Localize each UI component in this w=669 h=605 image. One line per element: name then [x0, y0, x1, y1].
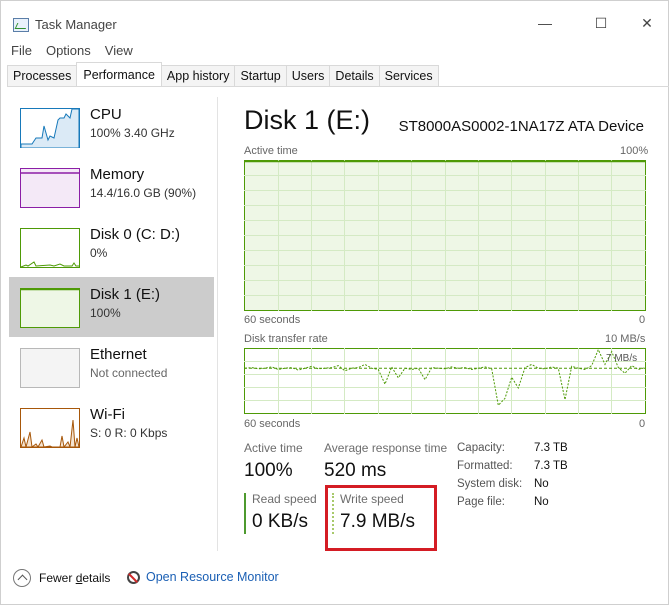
cpu-thumbnail	[20, 108, 80, 148]
tab-strip: Processes Performance App history Startu…	[7, 62, 439, 87]
minimize-button[interactable]: —	[537, 15, 553, 31]
capacity-label: Capacity:	[457, 442, 505, 454]
title-bar[interactable]: Task Manager — ☐ ✕	[1, 1, 669, 41]
sidebar-item-sub: 14.4/16.0 GB (90%)	[90, 186, 197, 200]
response-time-value: 520 ms	[324, 460, 387, 481]
sidebar-item-sub: 100% 3.40 GHz	[90, 126, 175, 140]
panel-divider	[217, 97, 218, 551]
fewer-details-button[interactable]: Fewer details	[13, 568, 110, 588]
page-file-value: No	[534, 496, 549, 508]
close-button[interactable]: ✕	[639, 15, 655, 31]
sidebar-item-label: Wi-Fi	[90, 406, 125, 423]
sidebar-item-wifi[interactable]: Wi-Fi S: 0 R: 0 Kbps	[9, 397, 214, 457]
read-speed-indicator	[244, 493, 246, 534]
device-name: ST8000AS0002-1NA17Z ATA Device	[398, 118, 644, 135]
tab-divider	[7, 86, 669, 87]
chevron-up-icon	[13, 569, 31, 587]
sidebar-item-sub: 100%	[90, 306, 121, 320]
maximize-button[interactable]: ☐	[593, 15, 609, 31]
task-manager-window: Task Manager — ☐ ✕ File Options View Pro…	[0, 0, 669, 605]
sidebar-item-disk0[interactable]: Disk 0 (C: D:) 0%	[9, 217, 214, 277]
menu-file[interactable]: File	[11, 43, 32, 59]
menu-view[interactable]: View	[105, 43, 133, 59]
transfer-graph-min: 0	[639, 418, 646, 430]
tab-services[interactable]: Services	[378, 65, 439, 87]
resource-sidebar: CPU 100% 3.40 GHz Memory 14.4/16.0 GB (9…	[9, 97, 215, 547]
resource-monitor-icon	[127, 571, 140, 584]
active-time-graph-label: Active time	[244, 145, 298, 157]
transfer-graph-label: Disk transfer rate	[244, 333, 328, 345]
formatted-value: 7.3 TB	[534, 460, 568, 472]
sidebar-item-disk1[interactable]: Disk 1 (E:) 100%	[9, 277, 214, 337]
window-title: Task Manager	[35, 17, 117, 32]
disk1-thumbnail	[20, 288, 80, 328]
active-time-label: Active time	[244, 441, 303, 455]
tab-users[interactable]: Users	[285, 65, 331, 87]
system-disk-label: System disk:	[457, 478, 523, 490]
tab-details[interactable]: Details	[329, 65, 380, 87]
tab-processes[interactable]: Processes	[7, 65, 78, 87]
sidebar-item-label: Disk 1 (E:)	[90, 286, 161, 303]
disk0-thumbnail	[20, 228, 80, 268]
sidebar-item-sub: S: 0 R: 0 Kbps	[90, 426, 168, 440]
capacity-value: 7.3 TB	[534, 442, 568, 454]
read-speed-label: Read speed	[252, 492, 317, 506]
fewer-details-label: Fewer details	[39, 571, 111, 585]
sidebar-item-label: Disk 0 (C: D:)	[90, 226, 180, 243]
page-file-label: Page file:	[457, 496, 505, 508]
sidebar-item-ethernet[interactable]: Ethernet Not connected	[9, 337, 214, 397]
formatted-label: Formatted:	[457, 460, 513, 472]
tab-performance[interactable]: Performance	[76, 62, 162, 87]
transfer-graph-duration: 60 seconds	[244, 418, 301, 430]
sidebar-item-label: Memory	[90, 166, 145, 183]
sidebar-item-label: Ethernet	[90, 346, 147, 363]
transfer-marker-label: 7 MB/s	[606, 353, 637, 364]
transfer-graph-max: 10 MB/s	[605, 333, 646, 345]
tab-app-history[interactable]: App history	[160, 65, 236, 87]
sidebar-item-cpu[interactable]: CPU 100% 3.40 GHz	[9, 97, 214, 157]
active-time-graph-duration: 60 seconds	[244, 314, 301, 326]
sidebar-item-label: CPU	[90, 106, 122, 123]
transfer-graph: 7 MB/s	[244, 348, 646, 414]
system-disk-value: No	[534, 478, 549, 490]
ethernet-thumbnail	[20, 348, 80, 388]
menu-bar: File Options View	[11, 43, 133, 59]
active-time-graph	[244, 160, 646, 311]
memory-thumbnail	[20, 168, 80, 208]
wifi-thumbnail	[20, 408, 80, 448]
active-time-graph-max: 100%	[620, 145, 649, 157]
menu-options[interactable]: Options	[46, 43, 91, 59]
sidebar-item-sub: Not connected	[90, 366, 168, 380]
write-speed-highlight-box	[325, 485, 437, 551]
page-title: Disk 1 (E:)	[244, 105, 371, 135]
active-time-graph-min: 0	[639, 314, 646, 326]
sidebar-item-sub: 0%	[90, 246, 108, 260]
read-speed-value: 0 KB/s	[252, 511, 308, 532]
open-resource-monitor-link[interactable]: Open Resource Monitor	[146, 570, 279, 584]
task-manager-icon	[13, 18, 29, 32]
tab-startup[interactable]: Startup	[234, 65, 287, 87]
sidebar-item-memory[interactable]: Memory 14.4/16.0 GB (90%)	[9, 157, 214, 217]
response-time-label: Average response time	[324, 441, 448, 455]
active-time-value: 100%	[244, 460, 293, 481]
